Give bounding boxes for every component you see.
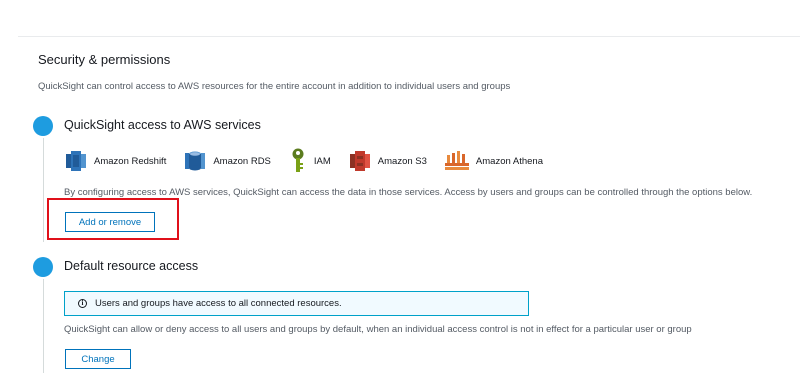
service-amazon-s3: Amazon S3 xyxy=(348,149,427,173)
service-label: Amazon S3 xyxy=(377,155,427,167)
amazon-s3-icon xyxy=(349,151,370,171)
info-alert: i Users and groups have access to all co… xyxy=(64,291,529,316)
page-title: Security & permissions xyxy=(38,52,171,67)
step-title-aws-services: QuickSight access to AWS services xyxy=(64,118,261,132)
step-connector-line xyxy=(43,279,44,373)
service-label: Amazon RDS xyxy=(213,155,271,167)
default-access-description: QuickSight can allow or deny access to a… xyxy=(64,324,692,335)
change-button[interactable]: Change xyxy=(65,349,131,369)
service-amazon-redshift: Amazon Redshift xyxy=(64,149,166,173)
page-description: QuickSight can control access to AWS res… xyxy=(38,81,511,92)
amazon-athena-icon xyxy=(444,151,469,170)
service-label: Amazon Athena xyxy=(475,155,543,167)
top-divider xyxy=(18,36,800,37)
iam-icon xyxy=(292,148,304,172)
aws-services-description: By configuring access to AWS services, Q… xyxy=(64,187,753,198)
aws-services-list: Amazon Redshift Amazon RDS IAM Amazon S3… xyxy=(64,148,560,174)
amazon-redshift-icon xyxy=(66,151,86,171)
step-title-default-access: Default resource access xyxy=(64,259,199,273)
info-alert-message: Users and groups have access to all conn… xyxy=(95,298,342,309)
info-icon: i xyxy=(78,299,87,308)
step-connector-line xyxy=(43,138,44,242)
service-amazon-athena: Amazon Athena xyxy=(444,149,543,173)
amazon-rds-icon xyxy=(185,151,206,171)
service-amazon-rds: Amazon RDS xyxy=(183,149,271,173)
step-indicator-default-access xyxy=(33,257,53,277)
service-label: Amazon Redshift xyxy=(94,155,167,167)
step-indicator-aws-services xyxy=(33,116,53,136)
add-or-remove-button[interactable]: Add or remove xyxy=(65,212,155,232)
service-label: IAM xyxy=(313,155,331,167)
service-iam: IAM xyxy=(288,148,331,174)
